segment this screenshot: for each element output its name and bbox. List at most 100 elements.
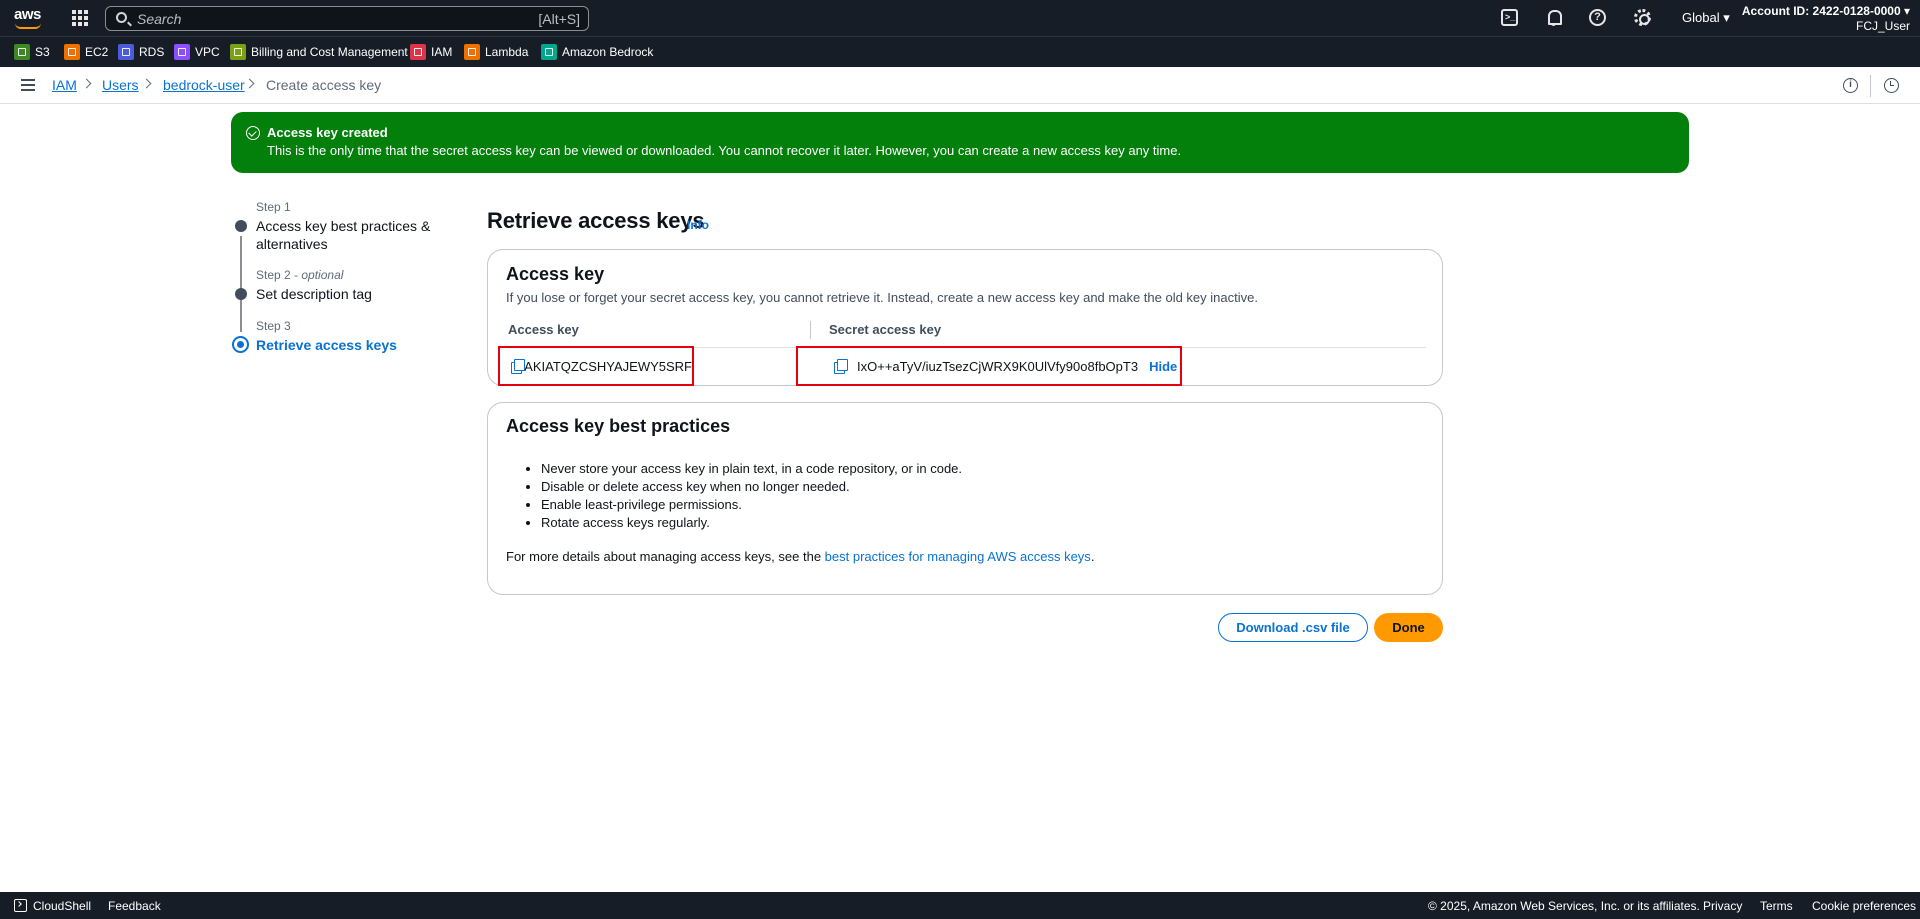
copy-icon[interactable] — [511, 359, 526, 374]
favorite-bedrock[interactable]: Amazon Bedrock — [541, 44, 653, 60]
access-key-heading: Access key — [506, 264, 605, 284]
breadcrumb-chevron-icon — [244, 78, 255, 89]
favorite-iam[interactable]: IAM — [410, 44, 452, 60]
favorite-label: VPC — [195, 45, 220, 59]
list-item: Enable least-privilege permissions. — [541, 496, 962, 514]
secret-key-column-header: Secret access key — [829, 322, 942, 337]
cloudshell-icon[interactable] — [1501, 9, 1518, 26]
aws-logo[interactable]: aws — [14, 6, 44, 30]
menu-hamburger-icon[interactable] — [21, 79, 35, 91]
list-item: Rotate access keys regularly. — [541, 514, 962, 532]
favorite-label: Amazon Bedrock — [562, 45, 654, 59]
search-icon — [116, 12, 127, 23]
breadcrumb-chevron-icon — [81, 78, 92, 89]
search-input[interactable]: Search [Alt+S] — [105, 6, 589, 31]
breadcrumb-bedrock-user[interactable]: bedrock-user — [163, 77, 245, 93]
hide-secret-link[interactable]: Hide — [1149, 359, 1177, 374]
s3-service-icon — [14, 44, 30, 60]
billing-service-icon — [230, 44, 246, 60]
vpc-service-icon — [174, 44, 190, 60]
breadcrumb-chevron-icon — [141, 78, 152, 89]
search-placeholder: Search — [137, 11, 182, 27]
list-item: Disable or delete access key when no lon… — [541, 478, 962, 496]
step-1-dot-icon — [235, 220, 247, 232]
favorite-s3[interactable]: S3 — [14, 44, 50, 60]
breadcrumb-iam[interactable]: IAM — [52, 77, 77, 93]
help-icon[interactable]: ? — [1589, 9, 1606, 26]
access-key-description: If you lose or forget your secret access… — [506, 290, 1258, 305]
favorite-label: RDS — [139, 45, 165, 59]
step-1-title[interactable]: Access key best practices & alternatives — [256, 217, 431, 253]
access-key-column-header: Access key — [508, 322, 579, 337]
recent-activity-icon[interactable] — [1884, 78, 1899, 93]
terms-link[interactable]: Terms — [1760, 899, 1793, 913]
search-shortcut: [Alt+S] — [538, 11, 580, 27]
services-grid-icon[interactable] — [72, 10, 88, 26]
account-user: FCJ_User — [1855, 19, 1910, 33]
iam-service-icon — [410, 44, 426, 60]
favorite-label: Billing and Cost Management — [251, 45, 408, 59]
step-1-label: Step 1 — [256, 200, 291, 214]
success-flash-banner: Access key created This is the only time… — [231, 112, 1689, 173]
favorite-vpc[interactable]: VPC — [174, 44, 220, 60]
feedback-link[interactable]: Feedback — [108, 899, 161, 913]
logo-text: aws — [14, 6, 41, 23]
best-practices-list: Never store your access key in plain tex… — [541, 460, 962, 532]
copy-icon[interactable] — [834, 359, 848, 374]
step-3-active-dot-icon — [232, 336, 249, 353]
info-link[interactable]: Info — [687, 218, 709, 232]
copyright-text: © 2025, Amazon Web Services, Inc. or its… — [1428, 899, 1700, 913]
best-practices-container: Access key best practices Never store yo… — [487, 402, 1443, 595]
best-practices-link[interactable]: best practices for managing AWS access k… — [825, 549, 1091, 564]
more-details-text: For more details about managing access k… — [506, 549, 1095, 564]
favorite-billing[interactable]: Billing and Cost Management — [230, 44, 408, 60]
account-id: Account ID: 2422-0128-0000 ▾ — [1741, 4, 1910, 18]
breadcrumb-users[interactable]: Users — [102, 77, 139, 93]
privacy-link[interactable]: Privacy — [1703, 899, 1742, 913]
secret-key-cell: IxO++aTyV/iuzTsezCjWRX9K0UlVfy90o8fbOpT3… — [796, 346, 1182, 386]
notifications-bell-icon[interactable] — [1545, 9, 1563, 27]
breadcrumb-current: Create access key — [266, 77, 382, 93]
step-connector — [240, 302, 242, 332]
check-circle-icon — [246, 126, 260, 140]
step-2-label: Step 2 - optional — [256, 268, 344, 282]
download-csv-button[interactable]: Download .csv file — [1218, 613, 1368, 642]
secret-key-value: IxO++aTyV/iuzTsezCjWRX9K0UlVfy90o8fbOpT3 — [857, 358, 1139, 374]
column-divider — [810, 321, 811, 339]
favorite-label: S3 — [35, 45, 50, 59]
divider — [1870, 75, 1871, 97]
footer: CloudShell Feedback © 2025, Amazon Web S… — [0, 892, 1920, 919]
list-item: Never store your access key in plain tex… — [541, 460, 962, 478]
best-practices-heading: Access key best practices — [506, 416, 731, 436]
flash-title: Access key created — [267, 125, 388, 140]
done-button[interactable]: Done — [1374, 613, 1443, 642]
step-2-title[interactable]: Set description tag — [256, 285, 431, 303]
rds-service-icon — [118, 44, 134, 60]
access-key-container: Access key If you lose or forget your se… — [487, 249, 1443, 386]
favorites-bar: S3 EC2 RDS VPC Billing and Cost Manageme… — [0, 36, 1920, 67]
breadcrumb-bar: IAM Users bedrock-user Create access key… — [0, 67, 1920, 104]
favorite-lambda[interactable]: Lambda — [464, 44, 528, 60]
step-3-label: Step 3 — [256, 319, 291, 333]
access-key-cell: AKIATQZCSHYAJEWY5SRF — [498, 346, 694, 386]
top-navigation: aws Search [Alt+S] ? Global ▾ Account ID… — [0, 0, 1920, 36]
flash-message: This is the only time that the secret ac… — [267, 143, 1182, 158]
bedrock-service-icon — [541, 44, 557, 60]
favorite-label: EC2 — [85, 45, 109, 59]
cloudshell-icon[interactable] — [14, 899, 27, 912]
favorite-label: Lambda — [485, 45, 529, 59]
cookie-preferences-link[interactable]: Cookie preferences — [1812, 899, 1916, 913]
step-3-title: Retrieve access keys — [256, 337, 397, 353]
access-key-value: AKIATQZCSHYAJEWY5SRF — [524, 358, 692, 374]
settings-gear-icon[interactable] — [1634, 9, 1651, 26]
favorite-ec2[interactable]: EC2 — [64, 44, 108, 60]
favorite-label: IAM — [431, 45, 453, 59]
step-2-dot-icon — [235, 288, 247, 300]
lambda-service-icon — [464, 44, 480, 60]
cloudshell-link[interactable]: CloudShell — [33, 899, 91, 913]
info-panel-icon[interactable]: i — [1843, 78, 1858, 93]
account-menu[interactable]: Account ID: 2422-0128-0000 ▾ FCJ_User — [1742, 4, 1910, 34]
region-selector[interactable]: Global ▾ — [1682, 10, 1730, 26]
favorite-rds[interactable]: RDS — [118, 44, 164, 60]
page-title: Retrieve access keys — [487, 208, 705, 233]
